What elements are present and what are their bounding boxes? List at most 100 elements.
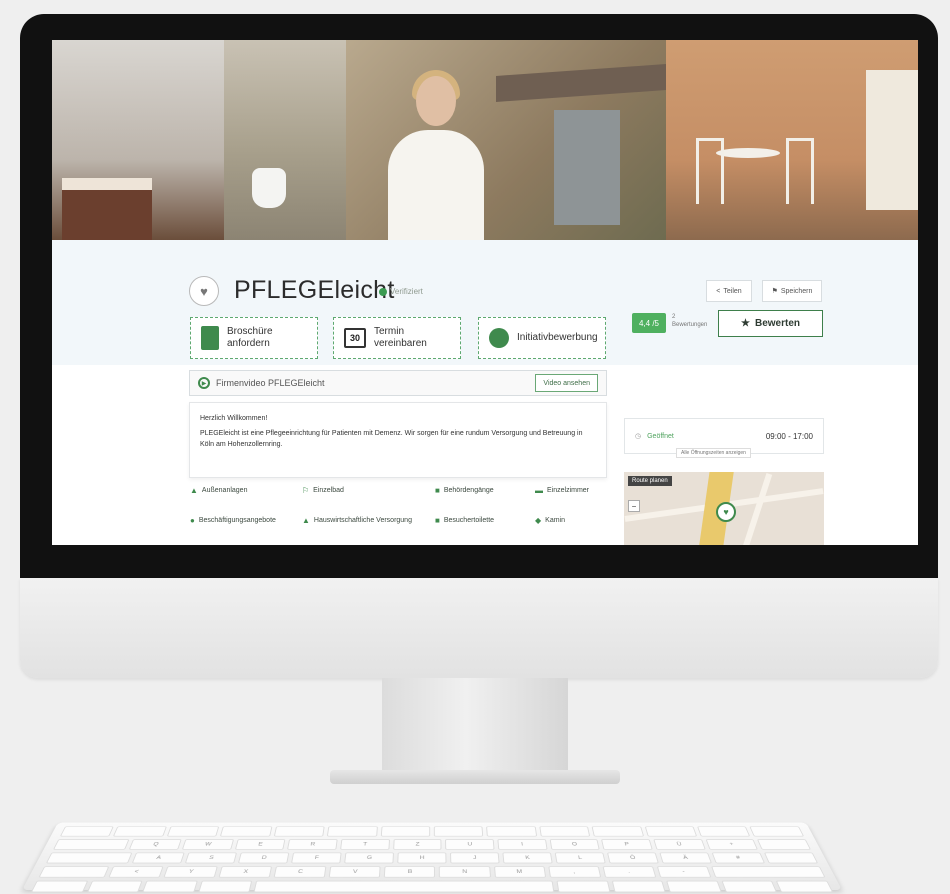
key[interactable]: Ä xyxy=(659,852,713,864)
key[interactable] xyxy=(539,826,591,837)
key[interactable]: Ü xyxy=(653,839,706,850)
zoom-out-button[interactable]: − xyxy=(628,500,640,512)
welcome-body: PLEGEleicht ist eine Pflegeeinrichtung f… xyxy=(200,430,583,449)
arrow-right-key[interactable] xyxy=(776,880,834,893)
key[interactable]: + xyxy=(705,839,759,850)
key[interactable]: S xyxy=(185,852,238,864)
location-map[interactable]: Route planen − ♥ xyxy=(624,472,824,545)
key[interactable]: P xyxy=(601,839,653,850)
all-hours-link[interactable]: Alle Öffnungszeiten anzeigen xyxy=(676,448,751,458)
application-button[interactable]: Initiativbewerbung xyxy=(478,317,606,359)
key[interactable]: Y xyxy=(163,866,219,878)
key[interactable]: . xyxy=(602,866,657,878)
key[interactable]: F xyxy=(291,852,342,864)
caps-key[interactable] xyxy=(45,852,133,864)
key[interactable]: T xyxy=(340,839,390,850)
hero-image-bedroom[interactable] xyxy=(52,40,224,240)
key[interactable]: E xyxy=(234,839,286,850)
ctrl-key[interactable] xyxy=(86,880,143,893)
key[interactable]: O xyxy=(549,839,601,850)
key[interactable] xyxy=(697,826,751,837)
hero-image-dining-room[interactable] xyxy=(666,40,918,240)
monitor-stand-base xyxy=(330,770,620,784)
save-label: Speichern xyxy=(780,287,813,295)
key[interactable] xyxy=(326,826,378,837)
key[interactable]: D xyxy=(238,852,290,864)
key[interactable] xyxy=(59,826,115,837)
shift-key[interactable] xyxy=(710,866,826,878)
rate-button[interactable]: ★ Bewerten xyxy=(718,310,823,337)
key[interactable]: V xyxy=(329,866,382,878)
open-status: Geöffnet xyxy=(647,432,674,440)
application-icon xyxy=(489,328,509,348)
share-button[interactable]: < Teilen xyxy=(706,280,752,302)
key[interactable] xyxy=(380,826,431,837)
key[interactable] xyxy=(486,826,537,837)
amenity-item: ⚐ Einzelbad xyxy=(302,486,344,495)
key[interactable]: # xyxy=(711,852,766,864)
key[interactable]: N xyxy=(439,866,491,878)
shift-key[interactable] xyxy=(38,866,110,878)
key[interactable]: B xyxy=(384,866,436,878)
company-video-label: Firmenvideo PFLEGEleicht xyxy=(216,378,325,388)
alt-key[interactable] xyxy=(611,880,666,893)
key[interactable]: W xyxy=(181,839,234,850)
map-road xyxy=(741,473,773,545)
key[interactable]: L xyxy=(554,852,606,864)
save-button[interactable]: ⚑ Speichern xyxy=(762,280,822,302)
space-key[interactable] xyxy=(253,880,555,893)
fn-key[interactable] xyxy=(30,880,88,893)
key[interactable]: K xyxy=(502,852,553,864)
amenity-label: Kamin xyxy=(545,517,565,524)
key[interactable]: U xyxy=(445,839,495,850)
star-icon: ★ xyxy=(741,318,750,329)
key[interactable] xyxy=(644,826,698,837)
person-illustration xyxy=(388,130,484,240)
key[interactable] xyxy=(591,826,644,837)
key[interactable]: Z xyxy=(392,839,442,850)
amenity-label: Außenanlagen xyxy=(201,487,248,494)
keyboard-row: A S D F G H J K L Ö Ä # xyxy=(45,852,819,864)
location-pin-icon[interactable]: ♥ xyxy=(716,502,736,522)
key[interactable] xyxy=(113,826,167,837)
brochure-button[interactable]: Broschüre anfordern xyxy=(190,317,318,359)
key[interactable]: H xyxy=(397,852,447,864)
route-button[interactable]: Route planen xyxy=(628,476,672,486)
arrow-down-key[interactable] xyxy=(721,880,778,893)
alt-key[interactable] xyxy=(142,880,198,893)
cmd-key[interactable] xyxy=(198,880,253,893)
key[interactable]: J xyxy=(450,852,500,864)
amenity-item: ▲ Außenanlagen xyxy=(190,486,247,495)
hero-image-portrait[interactable] xyxy=(346,40,666,240)
hero-gallery[interactable] xyxy=(52,40,918,240)
key[interactable] xyxy=(166,826,220,837)
brochure-icon xyxy=(201,326,219,350)
tab-key[interactable] xyxy=(53,839,130,850)
key[interactable]: M xyxy=(493,866,546,878)
key[interactable]: I xyxy=(497,839,548,850)
key[interactable] xyxy=(220,826,273,837)
amenity-label: Behördengänge xyxy=(443,487,494,494)
roof-illustration xyxy=(496,64,666,102)
key[interactable]: X xyxy=(218,866,273,878)
watch-video-button[interactable]: Video ansehen xyxy=(535,374,598,392)
key[interactable]: , xyxy=(547,866,601,878)
key[interactable] xyxy=(749,826,805,837)
key[interactable]: A xyxy=(132,852,185,864)
arrow-left-key[interactable] xyxy=(666,880,722,893)
key[interactable]: C xyxy=(273,866,327,878)
key[interactable]: R xyxy=(287,839,338,850)
key[interactable]: Q xyxy=(129,839,182,850)
appointment-button[interactable]: 30 Termin vereinbaren xyxy=(333,317,461,359)
key[interactable] xyxy=(764,852,819,864)
key[interactable]: < xyxy=(108,866,164,878)
cmd-key[interactable] xyxy=(556,880,611,893)
enter-key[interactable] xyxy=(757,839,812,850)
key[interactable]: - xyxy=(656,866,712,878)
key[interactable]: G xyxy=(344,852,395,864)
key[interactable]: Ö xyxy=(607,852,659,864)
key[interactable] xyxy=(273,826,325,837)
key[interactable] xyxy=(433,826,484,837)
clock-icon: ◷ xyxy=(635,433,642,440)
hero-image-bathroom[interactable] xyxy=(224,40,346,240)
